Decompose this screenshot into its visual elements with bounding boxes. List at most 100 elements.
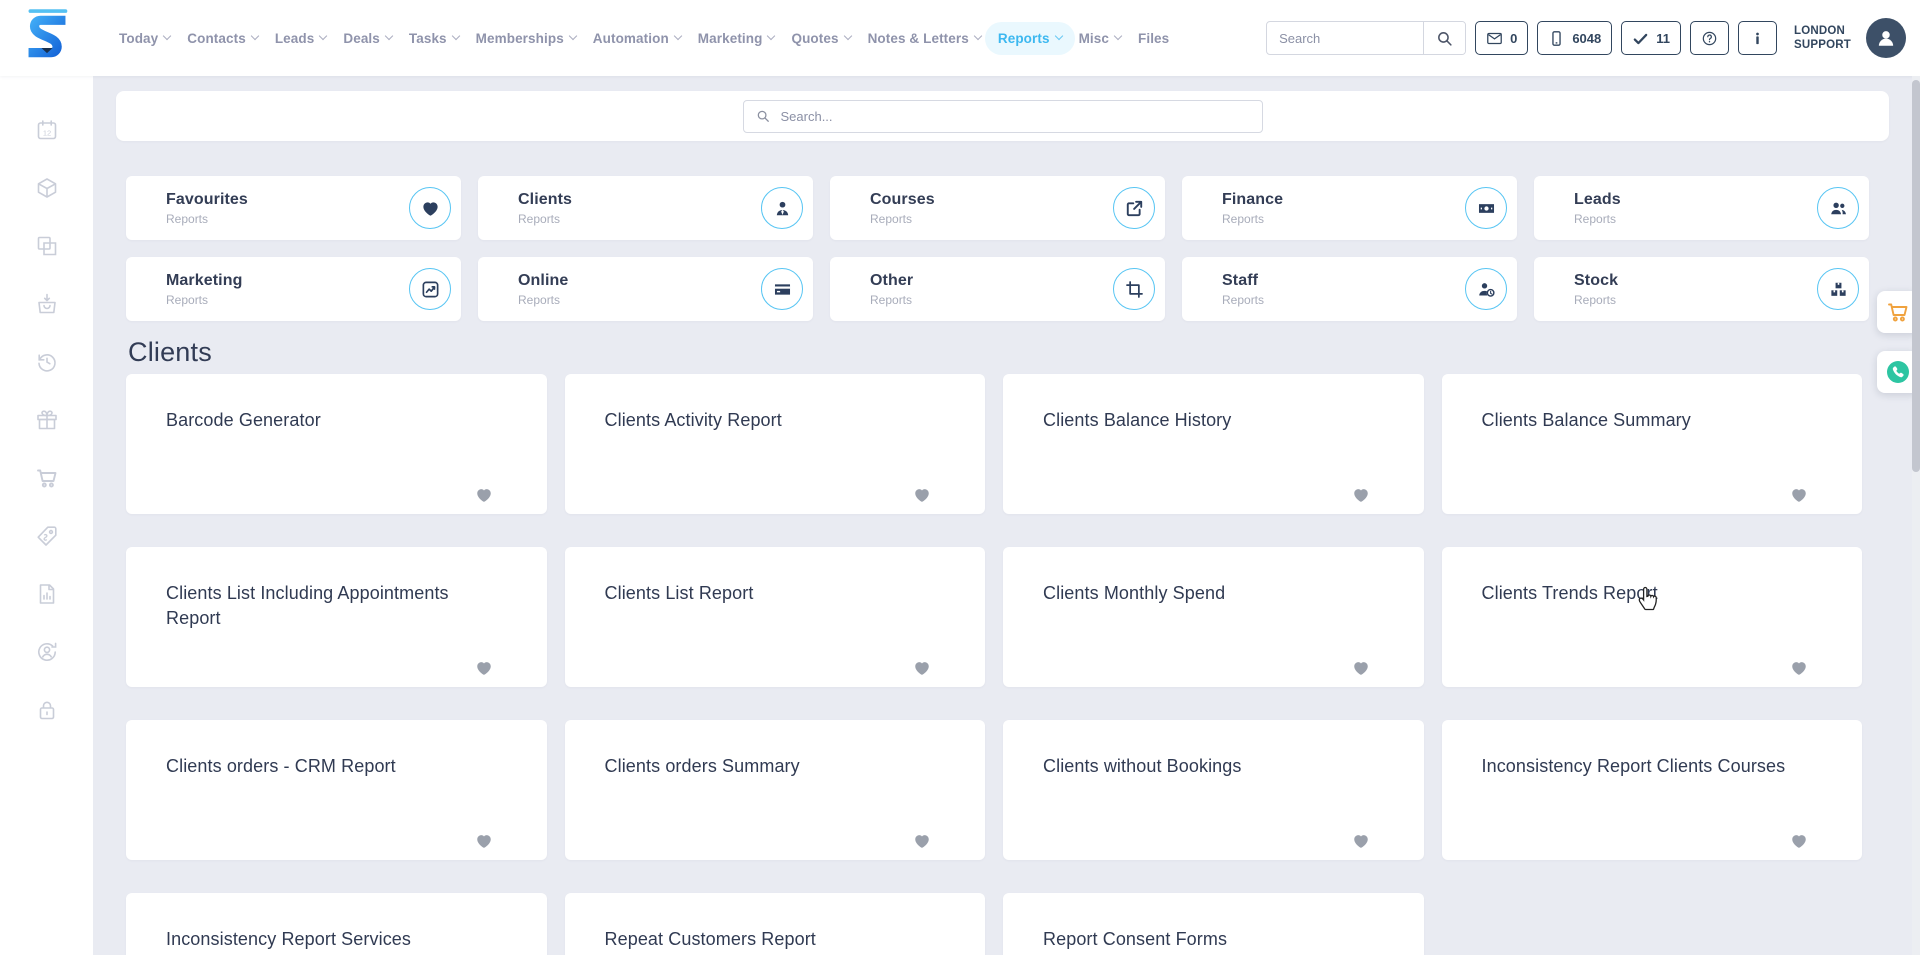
app-logo[interactable] bbox=[0, 7, 93, 70]
user-name-line2: SUPPORT bbox=[1794, 38, 1851, 52]
category-icon-circle bbox=[1817, 268, 1859, 310]
category-subtitle: Reports bbox=[1574, 293, 1618, 307]
nav-item-quotes[interactable]: Quotes bbox=[791, 31, 850, 46]
chevron-down-icon bbox=[674, 32, 682, 40]
heart-icon[interactable] bbox=[1352, 832, 1370, 850]
sidebar-button-lock[interactable] bbox=[35, 698, 59, 722]
chevron-down-icon bbox=[974, 32, 982, 40]
heart-icon[interactable] bbox=[1352, 659, 1370, 677]
nav-item-notes-letters[interactable]: Notes & Letters bbox=[868, 31, 981, 46]
report-card-clients-activity-report[interactable]: Clients Activity Report bbox=[565, 374, 986, 514]
global-search-button[interactable] bbox=[1423, 22, 1465, 54]
report-card-barcode-generator[interactable]: Barcode Generator bbox=[126, 374, 547, 514]
chevron-down-icon bbox=[843, 32, 851, 40]
nav-item-contacts[interactable]: Contacts bbox=[187, 31, 258, 46]
tasks-badge[interactable]: 11 bbox=[1621, 21, 1681, 55]
heart-icon[interactable] bbox=[913, 832, 931, 850]
heart-icon[interactable] bbox=[1790, 659, 1808, 677]
category-card-courses[interactable]: CoursesReports bbox=[830, 176, 1165, 240]
shopping-bag-icon bbox=[35, 292, 59, 316]
report-title: Clients Monthly Spend bbox=[1043, 581, 1384, 606]
report-title: Clients orders - CRM Report bbox=[166, 754, 507, 779]
sidebar-button-history[interactable] bbox=[35, 350, 59, 374]
heart-icon[interactable] bbox=[1352, 486, 1370, 504]
info-button[interactable] bbox=[1738, 21, 1777, 55]
report-card-clients-balance-history[interactable]: Clients Balance History bbox=[1003, 374, 1424, 514]
user-name: LONDON SUPPORT bbox=[1794, 24, 1851, 53]
category-card-clients[interactable]: Clients Reports bbox=[478, 176, 813, 240]
category-title: Leads bbox=[1574, 191, 1621, 209]
heart-icon[interactable] bbox=[1790, 486, 1808, 504]
sidebar-button-package[interactable] bbox=[35, 176, 59, 200]
category-text: OnlineReports bbox=[518, 272, 568, 307]
category-title: Marketing bbox=[166, 272, 242, 290]
nav-item-tasks[interactable]: Tasks bbox=[409, 31, 459, 46]
report-card-inconsistency-report-clients-courses[interactable]: Inconsistency Report Clients Courses bbox=[1442, 720, 1863, 860]
help-button[interactable] bbox=[1690, 21, 1729, 55]
report-title: Clients List Including Appointments Repo… bbox=[166, 581, 507, 631]
calendar-icon: 12 bbox=[35, 118, 59, 142]
sidebar-button-user-sync[interactable] bbox=[35, 640, 59, 664]
nav-item-misc[interactable]: Misc bbox=[1079, 31, 1121, 46]
nav-item-reports[interactable]: Reports bbox=[985, 22, 1075, 55]
sidebar-button-calendar[interactable]: 12 bbox=[35, 118, 59, 142]
global-search-input[interactable] bbox=[1267, 22, 1423, 54]
heart-icon[interactable] bbox=[475, 659, 493, 677]
report-card-clients-orders-crm-report[interactable]: Clients orders - CRM Report bbox=[126, 720, 547, 860]
sidebar-button-copy[interactable] bbox=[35, 234, 59, 258]
main-nav: Today Contacts Leads Deals Tasks Memberships A… bbox=[119, 31, 1169, 46]
sidebar-button-gift[interactable] bbox=[35, 408, 59, 432]
sidebar-button-shopping-bag[interactable] bbox=[35, 292, 59, 316]
chevron-down-icon bbox=[569, 32, 577, 40]
nav-item-label: Memberships bbox=[476, 31, 564, 46]
nav-item-marketing[interactable]: Marketing bbox=[698, 31, 775, 46]
avatar[interactable] bbox=[1866, 18, 1906, 58]
mobile-icon bbox=[1548, 30, 1565, 47]
nav-item-today[interactable]: Today bbox=[119, 31, 170, 46]
report-card-clients-without-bookings[interactable]: Clients without Bookings bbox=[1003, 720, 1424, 860]
report-card-clients-list-including-appointments-report[interactable]: Clients List Including Appointments Repo… bbox=[126, 547, 547, 687]
reports-search-panel bbox=[116, 91, 1889, 141]
category-title: Other bbox=[870, 272, 913, 290]
category-card-marketing[interactable]: MarketingReports bbox=[126, 257, 461, 321]
report-card-clients-balance-summary[interactable]: Clients Balance Summary bbox=[1442, 374, 1863, 514]
category-card-staff[interactable]: StaffReports bbox=[1182, 257, 1517, 321]
sidebar-button-report-document[interactable] bbox=[35, 582, 59, 606]
nav-item-automation[interactable]: Automation bbox=[593, 31, 681, 46]
category-card-online[interactable]: OnlineReports bbox=[478, 257, 813, 321]
heart-icon[interactable] bbox=[913, 659, 931, 677]
nav-item-files[interactable]: Files bbox=[1138, 31, 1169, 46]
chevron-down-icon bbox=[319, 32, 327, 40]
scrollbar-thumb[interactable] bbox=[1912, 80, 1920, 472]
heart-icon[interactable] bbox=[475, 486, 493, 504]
category-title: Clients bbox=[518, 191, 572, 209]
category-subtitle: Reports bbox=[1574, 212, 1621, 226]
report-card-repeat-customers-report[interactable]: Repeat Customers Report bbox=[565, 893, 986, 955]
user-clock-icon bbox=[1477, 280, 1496, 299]
heart-icon[interactable] bbox=[1790, 832, 1808, 850]
sidebar-button-cart[interactable] bbox=[35, 466, 59, 490]
report-card-clients-list-report[interactable]: Clients List Report bbox=[565, 547, 986, 687]
report-card-report-consent-forms[interactable]: Report Consent Forms bbox=[1003, 893, 1424, 955]
report-card-clients-monthly-spend[interactable]: Clients Monthly Spend bbox=[1003, 547, 1424, 687]
category-subtitle: Reports bbox=[518, 212, 572, 226]
nav-item-memberships[interactable]: Memberships bbox=[476, 31, 576, 46]
heart-icon[interactable] bbox=[475, 832, 493, 850]
messages-badge[interactable]: 0 bbox=[1475, 21, 1528, 55]
sidebar-button-price-tag[interactable] bbox=[35, 524, 59, 548]
nav-item-deals[interactable]: Deals bbox=[343, 31, 392, 46]
report-card-clients-orders-summary[interactable]: Clients orders Summary bbox=[565, 720, 986, 860]
category-card-favourites[interactable]: FavouritesReports bbox=[126, 176, 461, 240]
report-card-clients-trends-report[interactable]: Clients Trends Report bbox=[1442, 547, 1863, 687]
heart-icon[interactable] bbox=[913, 486, 931, 504]
category-card-leads[interactable]: Leads Reports bbox=[1534, 176, 1869, 240]
nav-item-leads[interactable]: Leads bbox=[275, 31, 327, 46]
reports-search-input[interactable] bbox=[779, 108, 1250, 125]
calls-badge[interactable]: 6048 bbox=[1537, 21, 1612, 55]
category-card-other[interactable]: OtherReports bbox=[830, 257, 1165, 321]
category-card-stock[interactable]: StockReports bbox=[1534, 257, 1869, 321]
category-card-finance[interactable]: FinanceReports bbox=[1182, 176, 1517, 240]
report-card-inconsistency-report-services[interactable]: Inconsistency Report Services bbox=[126, 893, 547, 955]
magnifier-icon bbox=[756, 109, 770, 123]
category-subtitle: Reports bbox=[1222, 212, 1283, 226]
